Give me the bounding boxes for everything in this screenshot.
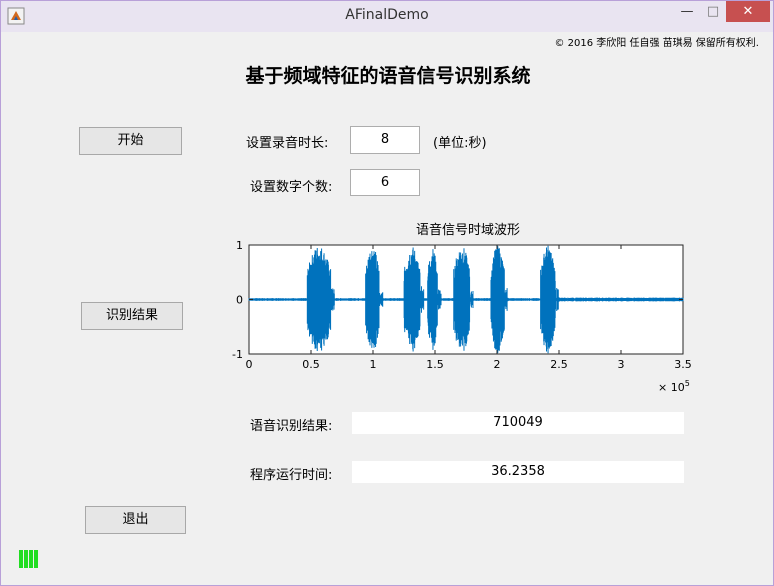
y-tick-label: 1: [236, 239, 243, 252]
x-multiplier-label: × 105: [658, 379, 690, 394]
digit-count-input[interactable]: 6: [350, 169, 420, 196]
progress-segment: [34, 550, 38, 568]
progress-indicator: [19, 550, 43, 568]
app-window: AFinalDemo — □ ✕ © 2016 李欣阳 任自强 苗琪易 保留所有…: [0, 0, 774, 586]
x-tick-label: 2: [494, 358, 501, 371]
x-tick-label: 0: [246, 358, 253, 371]
x-tick-label: 3.5: [674, 358, 692, 371]
maximize-button[interactable]: □: [700, 1, 726, 22]
runtime-label: 程序运行时间:: [250, 468, 333, 483]
x-tick-label: 2.5: [550, 358, 568, 371]
recognize-result-button[interactable]: 识别结果: [81, 302, 183, 330]
x-tick-label: 3: [618, 358, 625, 371]
start-button[interactable]: 开始: [79, 127, 182, 155]
y-tick-label: -1: [232, 348, 243, 361]
digit-count-label: 设置数字个数:: [250, 180, 333, 195]
y-tick-label: 0: [236, 294, 243, 307]
exit-button[interactable]: 退出: [85, 506, 186, 534]
page-title: 基于频域特征的语音信号识别系统: [245, 65, 531, 87]
progress-segment: [24, 550, 28, 568]
title-bar[interactable]: AFinalDemo — □ ✕: [1, 1, 773, 32]
result-label: 语音识别结果:: [250, 419, 333, 434]
progress-segment: [19, 550, 23, 568]
progress-segment: [29, 550, 33, 568]
result-output: 710049: [352, 412, 684, 434]
copyright-text: © 2016 李欣阳 任自强 苗琪易 保留所有权利.: [554, 38, 759, 49]
chart-title: 语音信号时域波形: [416, 222, 520, 238]
runtime-output: 36.2358: [352, 461, 684, 483]
close-button[interactable]: ✕: [726, 1, 770, 22]
x-tick-label: 1.5: [426, 358, 444, 371]
duration-unit-label: (单位:秒): [433, 136, 487, 151]
window-title: AFinalDemo: [345, 7, 429, 23]
minimize-button[interactable]: —: [674, 1, 700, 22]
duration-input[interactable]: 8: [350, 126, 420, 154]
waveform-chart: 语音信号时域波形 0 0.5 1 1.5 2 2.5 3 3.510-1 × 105: [232, 222, 692, 394]
x-tick-label: 1: [370, 358, 377, 371]
duration-label: 设置录音时长:: [246, 136, 329, 151]
x-tick-label: 0.5: [302, 358, 320, 371]
